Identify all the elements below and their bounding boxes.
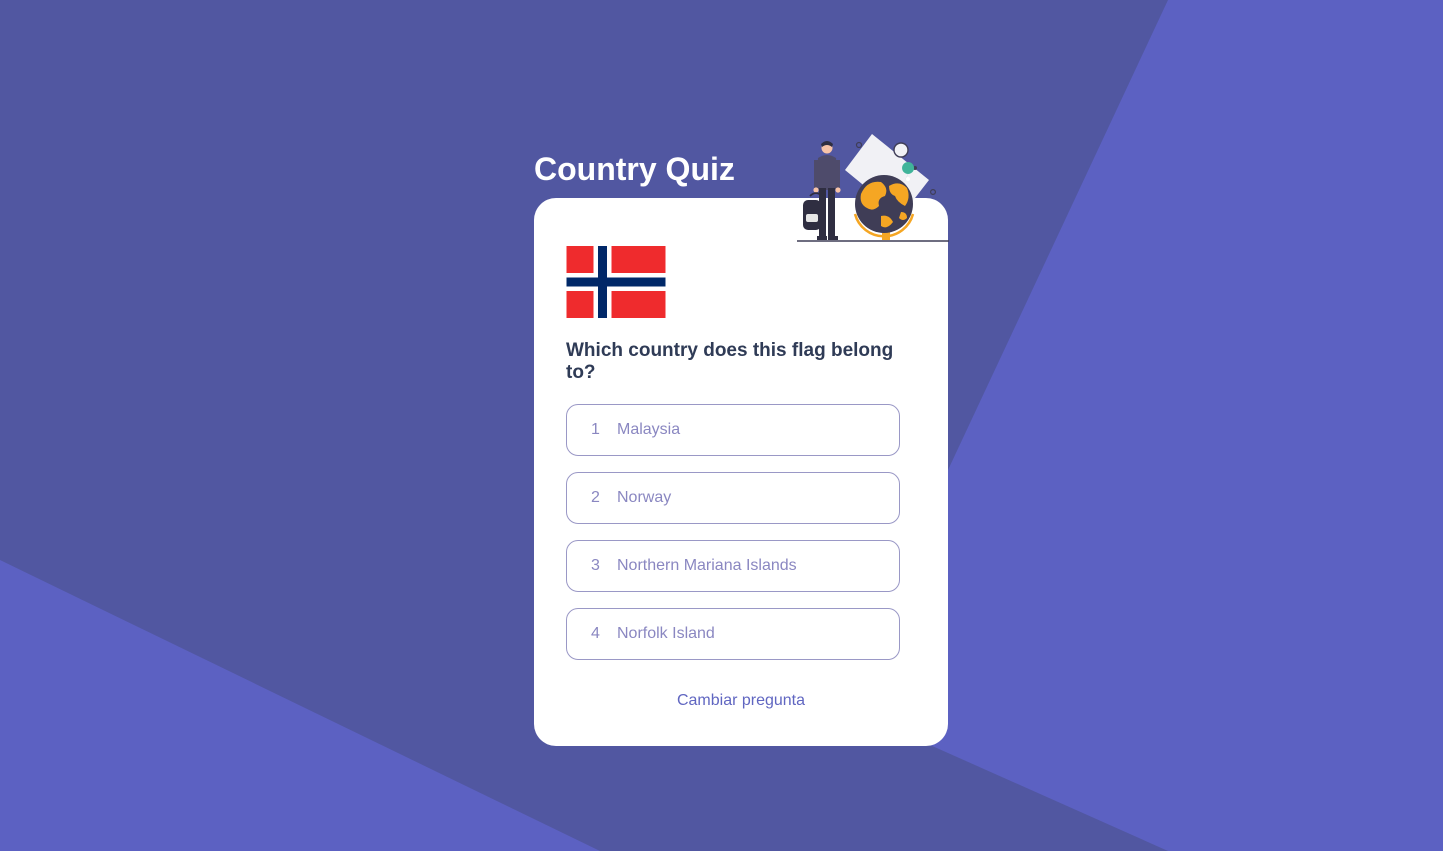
answer-options: 1 Malaysia 2 Norway 3 Northern Mariana I…	[566, 404, 900, 676]
answer-option-4[interactable]: 4 Norfolk Island	[566, 608, 900, 660]
norway-flag-icon	[566, 246, 666, 318]
question-text: Which country does this flag belong to?	[566, 340, 894, 383]
quiz-card: Which country does this flag belong to? …	[534, 198, 948, 746]
traveler-globe-illustration	[797, 134, 949, 242]
option-number: 3	[591, 557, 600, 574]
answer-option-1[interactable]: 1 Malaysia	[566, 404, 900, 456]
option-label: Norway	[617, 489, 672, 506]
option-number: 2	[591, 489, 600, 506]
answer-option-2[interactable]: 2 Norway	[566, 472, 900, 524]
globe-icon	[853, 175, 915, 240]
option-number: 1	[591, 421, 600, 438]
option-label: Malaysia	[617, 421, 681, 438]
option-number: 4	[591, 625, 600, 642]
option-label: Northern Mariana Islands	[617, 557, 797, 574]
option-label: Norfolk Island	[617, 625, 715, 642]
page-title: Country Quiz	[534, 151, 735, 187]
answer-option-3[interactable]: 3 Northern Mariana Islands	[566, 540, 900, 592]
change-question-link[interactable]: Cambiar pregunta	[534, 692, 948, 710]
